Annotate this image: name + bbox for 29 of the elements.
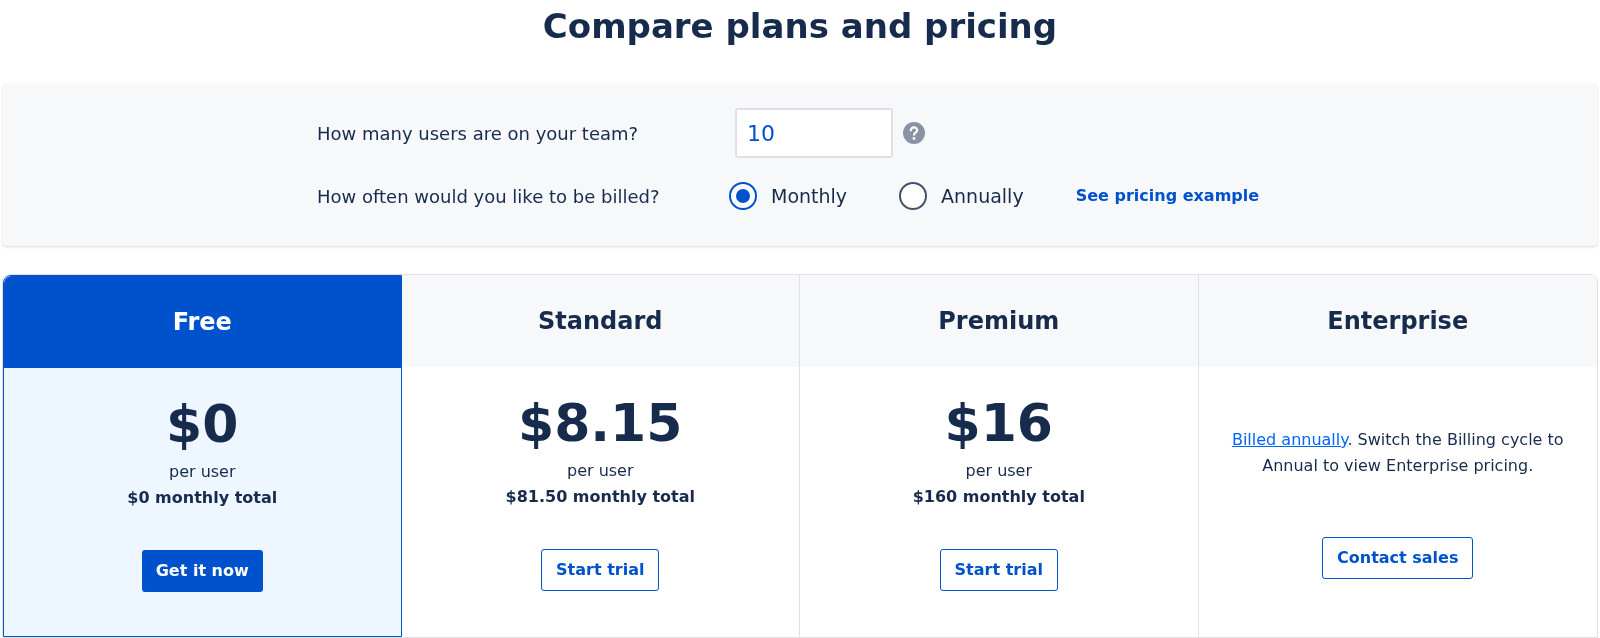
plan-price: $16 (944, 393, 1053, 453)
radio-icon[interactable] (899, 182, 928, 210)
help-icon[interactable] (903, 122, 925, 144)
users-input[interactable]: 10 (735, 108, 893, 158)
billing-radio[interactable]: Annually (899, 181, 1024, 211)
billing-radio[interactable]: Monthly (729, 181, 848, 211)
radio-icon[interactable] (729, 182, 757, 210)
billed-annually-link[interactable]: Billed annually (1231, 430, 1348, 449)
plan-price: $8.15 (518, 393, 683, 453)
plan-name: Enterprise (1327, 306, 1469, 337)
users-label: How many users are on your team? (317, 121, 640, 146)
plan-button[interactable]: Start trial (541, 549, 660, 591)
pricing-example-link[interactable]: See pricing example (1075, 184, 1260, 208)
monthly-total: $81.50 monthly total (505, 486, 695, 508)
price-unit: per user (566, 460, 634, 482)
plan-name: Standard (538, 306, 663, 337)
plan-button[interactable]: Start trial (939, 549, 1058, 591)
billing-label: How often would you like to be billed? (317, 184, 661, 209)
plan-name: Premium (938, 306, 1060, 337)
plan-name: Free (172, 307, 232, 338)
price-unit: per user (168, 461, 236, 483)
monthly-total: $0 monthly total (127, 487, 278, 509)
contact-button[interactable]: Contact sales (1322, 537, 1474, 579)
price-unit: per user (965, 460, 1033, 482)
monthly-total: $160 monthly total (912, 486, 1085, 508)
page-title: Compare plans and pricing (541, 5, 1059, 48)
plan-price: $0 (166, 394, 239, 454)
plan-button[interactable]: Get it now (141, 550, 263, 592)
pricing-note: Billed annually. Switch the Billing cycle to Annual to view Enterprise pricing. (1230, 429, 1565, 477)
